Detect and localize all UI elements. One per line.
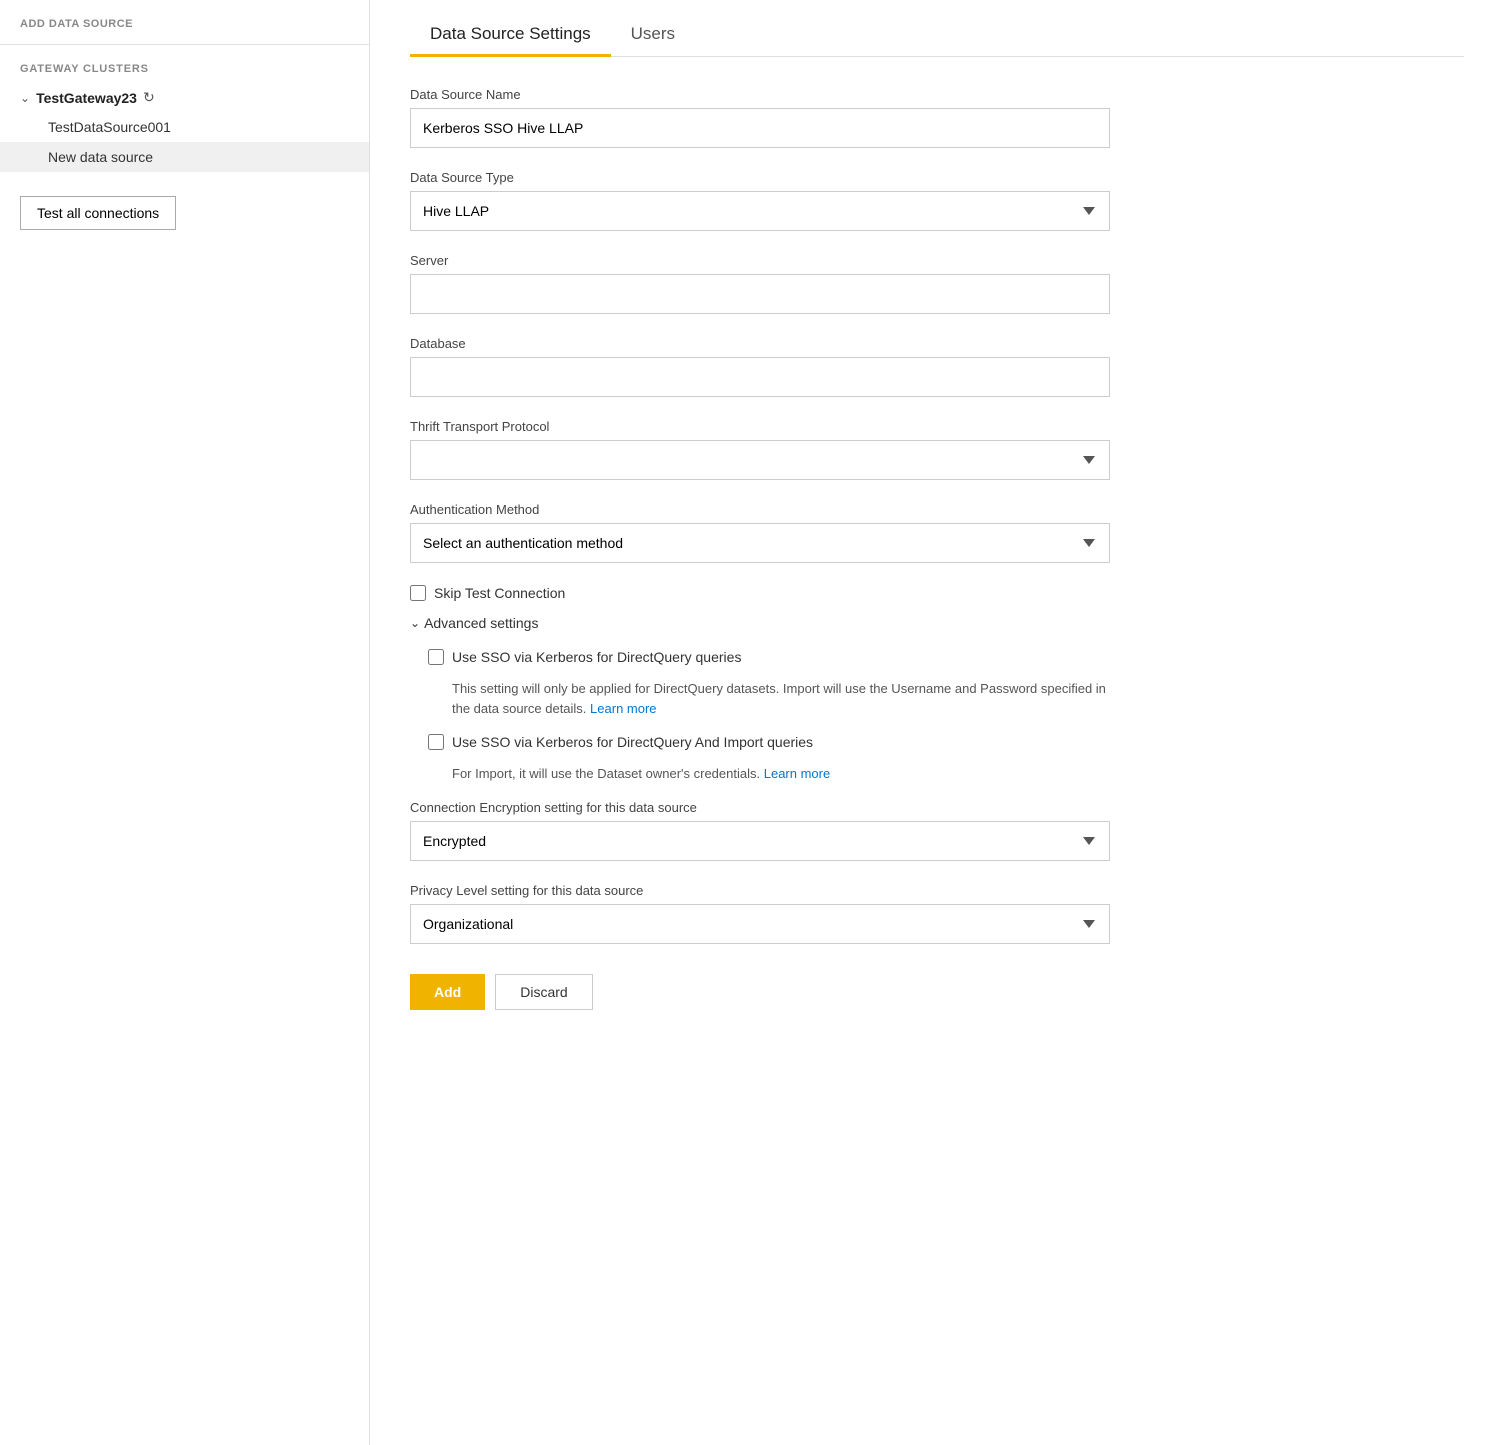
gateway-clusters-label: GATEWAY CLUSTERS <box>0 45 369 83</box>
thrift-group: Thrift Transport Protocol Binary HTTP SA… <box>410 419 1110 480</box>
datasource-type-label: Data Source Type <box>410 170 1110 185</box>
refresh-icon: ↻ <box>143 89 155 106</box>
advanced-settings-label: Advanced settings <box>424 615 538 631</box>
database-group: Database <box>410 336 1110 397</box>
action-buttons: Add Discard <box>410 974 1110 1010</box>
gateway-item[interactable]: ⌄ TestGateway23 ↻ <box>0 83 369 112</box>
encryption-label: Connection Encryption setting for this d… <box>410 800 1110 815</box>
skip-test-checkbox[interactable] <box>410 585 426 601</box>
tab-data-source-settings[interactable]: Data Source Settings <box>410 10 611 56</box>
datasource-type-group: Data Source Type Hive LLAP SQL Server Or… <box>410 170 1110 231</box>
server-group: Server <box>410 253 1110 314</box>
privacy-group: Privacy Level setting for this data sour… <box>410 883 1110 944</box>
sso-directquery-description: This setting will only be applied for Di… <box>452 679 1110 718</box>
test-all-connections-button[interactable]: Test all connections <box>20 196 176 230</box>
skip-test-label[interactable]: Skip Test Connection <box>434 585 565 601</box>
thrift-label: Thrift Transport Protocol <box>410 419 1110 434</box>
sidebar-header: ADD DATA SOURCE <box>0 18 369 45</box>
sso-import-learn-more-link[interactable]: Learn more <box>764 766 830 781</box>
gateway-name: TestGateway23 <box>36 90 137 106</box>
sso-directquery-label[interactable]: Use SSO via Kerberos for DirectQuery que… <box>452 649 741 665</box>
auth-method-label: Authentication Method <box>410 502 1110 517</box>
sso-directquery-learn-more-link[interactable]: Learn more <box>590 701 656 716</box>
tab-users[interactable]: Users <box>611 10 695 56</box>
chevron-down-icon: ⌄ <box>20 91 30 105</box>
sso-import-checkbox[interactable] <box>428 734 444 750</box>
encryption-group: Connection Encryption setting for this d… <box>410 800 1110 861</box>
sso-directquery-row: Use SSO via Kerberos for DirectQuery que… <box>428 649 1110 665</box>
skip-test-row: Skip Test Connection <box>410 585 1110 601</box>
sidebar-item-testdatasource001[interactable]: TestDataSource001 <box>0 112 369 142</box>
sidebar-item-new-datasource[interactable]: New data source <box>0 142 369 172</box>
server-label: Server <box>410 253 1110 268</box>
privacy-label: Privacy Level setting for this data sour… <box>410 883 1110 898</box>
database-label: Database <box>410 336 1110 351</box>
auth-method-select[interactable]: Select an authentication method Username… <box>410 523 1110 563</box>
datasource-name-input[interactable] <box>410 108 1110 148</box>
sso-import-label[interactable]: Use SSO via Kerberos for DirectQuery And… <box>452 734 813 750</box>
sso-import-description: For Import, it will use the Dataset owne… <box>452 764 1110 784</box>
thrift-select[interactable]: Binary HTTP SASL <box>410 440 1110 480</box>
server-input[interactable] <box>410 274 1110 314</box>
advanced-settings-section: Use SSO via Kerberos for DirectQuery que… <box>410 649 1110 784</box>
discard-button[interactable]: Discard <box>495 974 592 1010</box>
sso-directquery-checkbox[interactable] <box>428 649 444 665</box>
advanced-settings-toggle[interactable]: ⌄ Advanced settings <box>410 615 1110 631</box>
database-input[interactable] <box>410 357 1110 397</box>
tabs-bar: Data Source Settings Users <box>410 0 1464 57</box>
add-button[interactable]: Add <box>410 974 485 1010</box>
datasource-name-group: Data Source Name <box>410 87 1110 148</box>
datasource-type-select[interactable]: Hive LLAP SQL Server Oracle MySQL Postgr… <box>410 191 1110 231</box>
auth-method-group: Authentication Method Select an authenti… <box>410 502 1110 563</box>
privacy-select[interactable]: Organizational Public Private None <box>410 904 1110 944</box>
data-source-form: Data Source Name Data Source Type Hive L… <box>410 87 1110 1010</box>
datasource-name-label: Data Source Name <box>410 87 1110 102</box>
chevron-down-icon: ⌄ <box>410 616 420 630</box>
encryption-select[interactable]: Encrypted Not Encrypted None <box>410 821 1110 861</box>
main-content: Data Source Settings Users Data Source N… <box>370 0 1504 1445</box>
sidebar: ADD DATA SOURCE GATEWAY CLUSTERS ⌄ TestG… <box>0 0 370 1445</box>
sso-import-row: Use SSO via Kerberos for DirectQuery And… <box>428 734 1110 750</box>
